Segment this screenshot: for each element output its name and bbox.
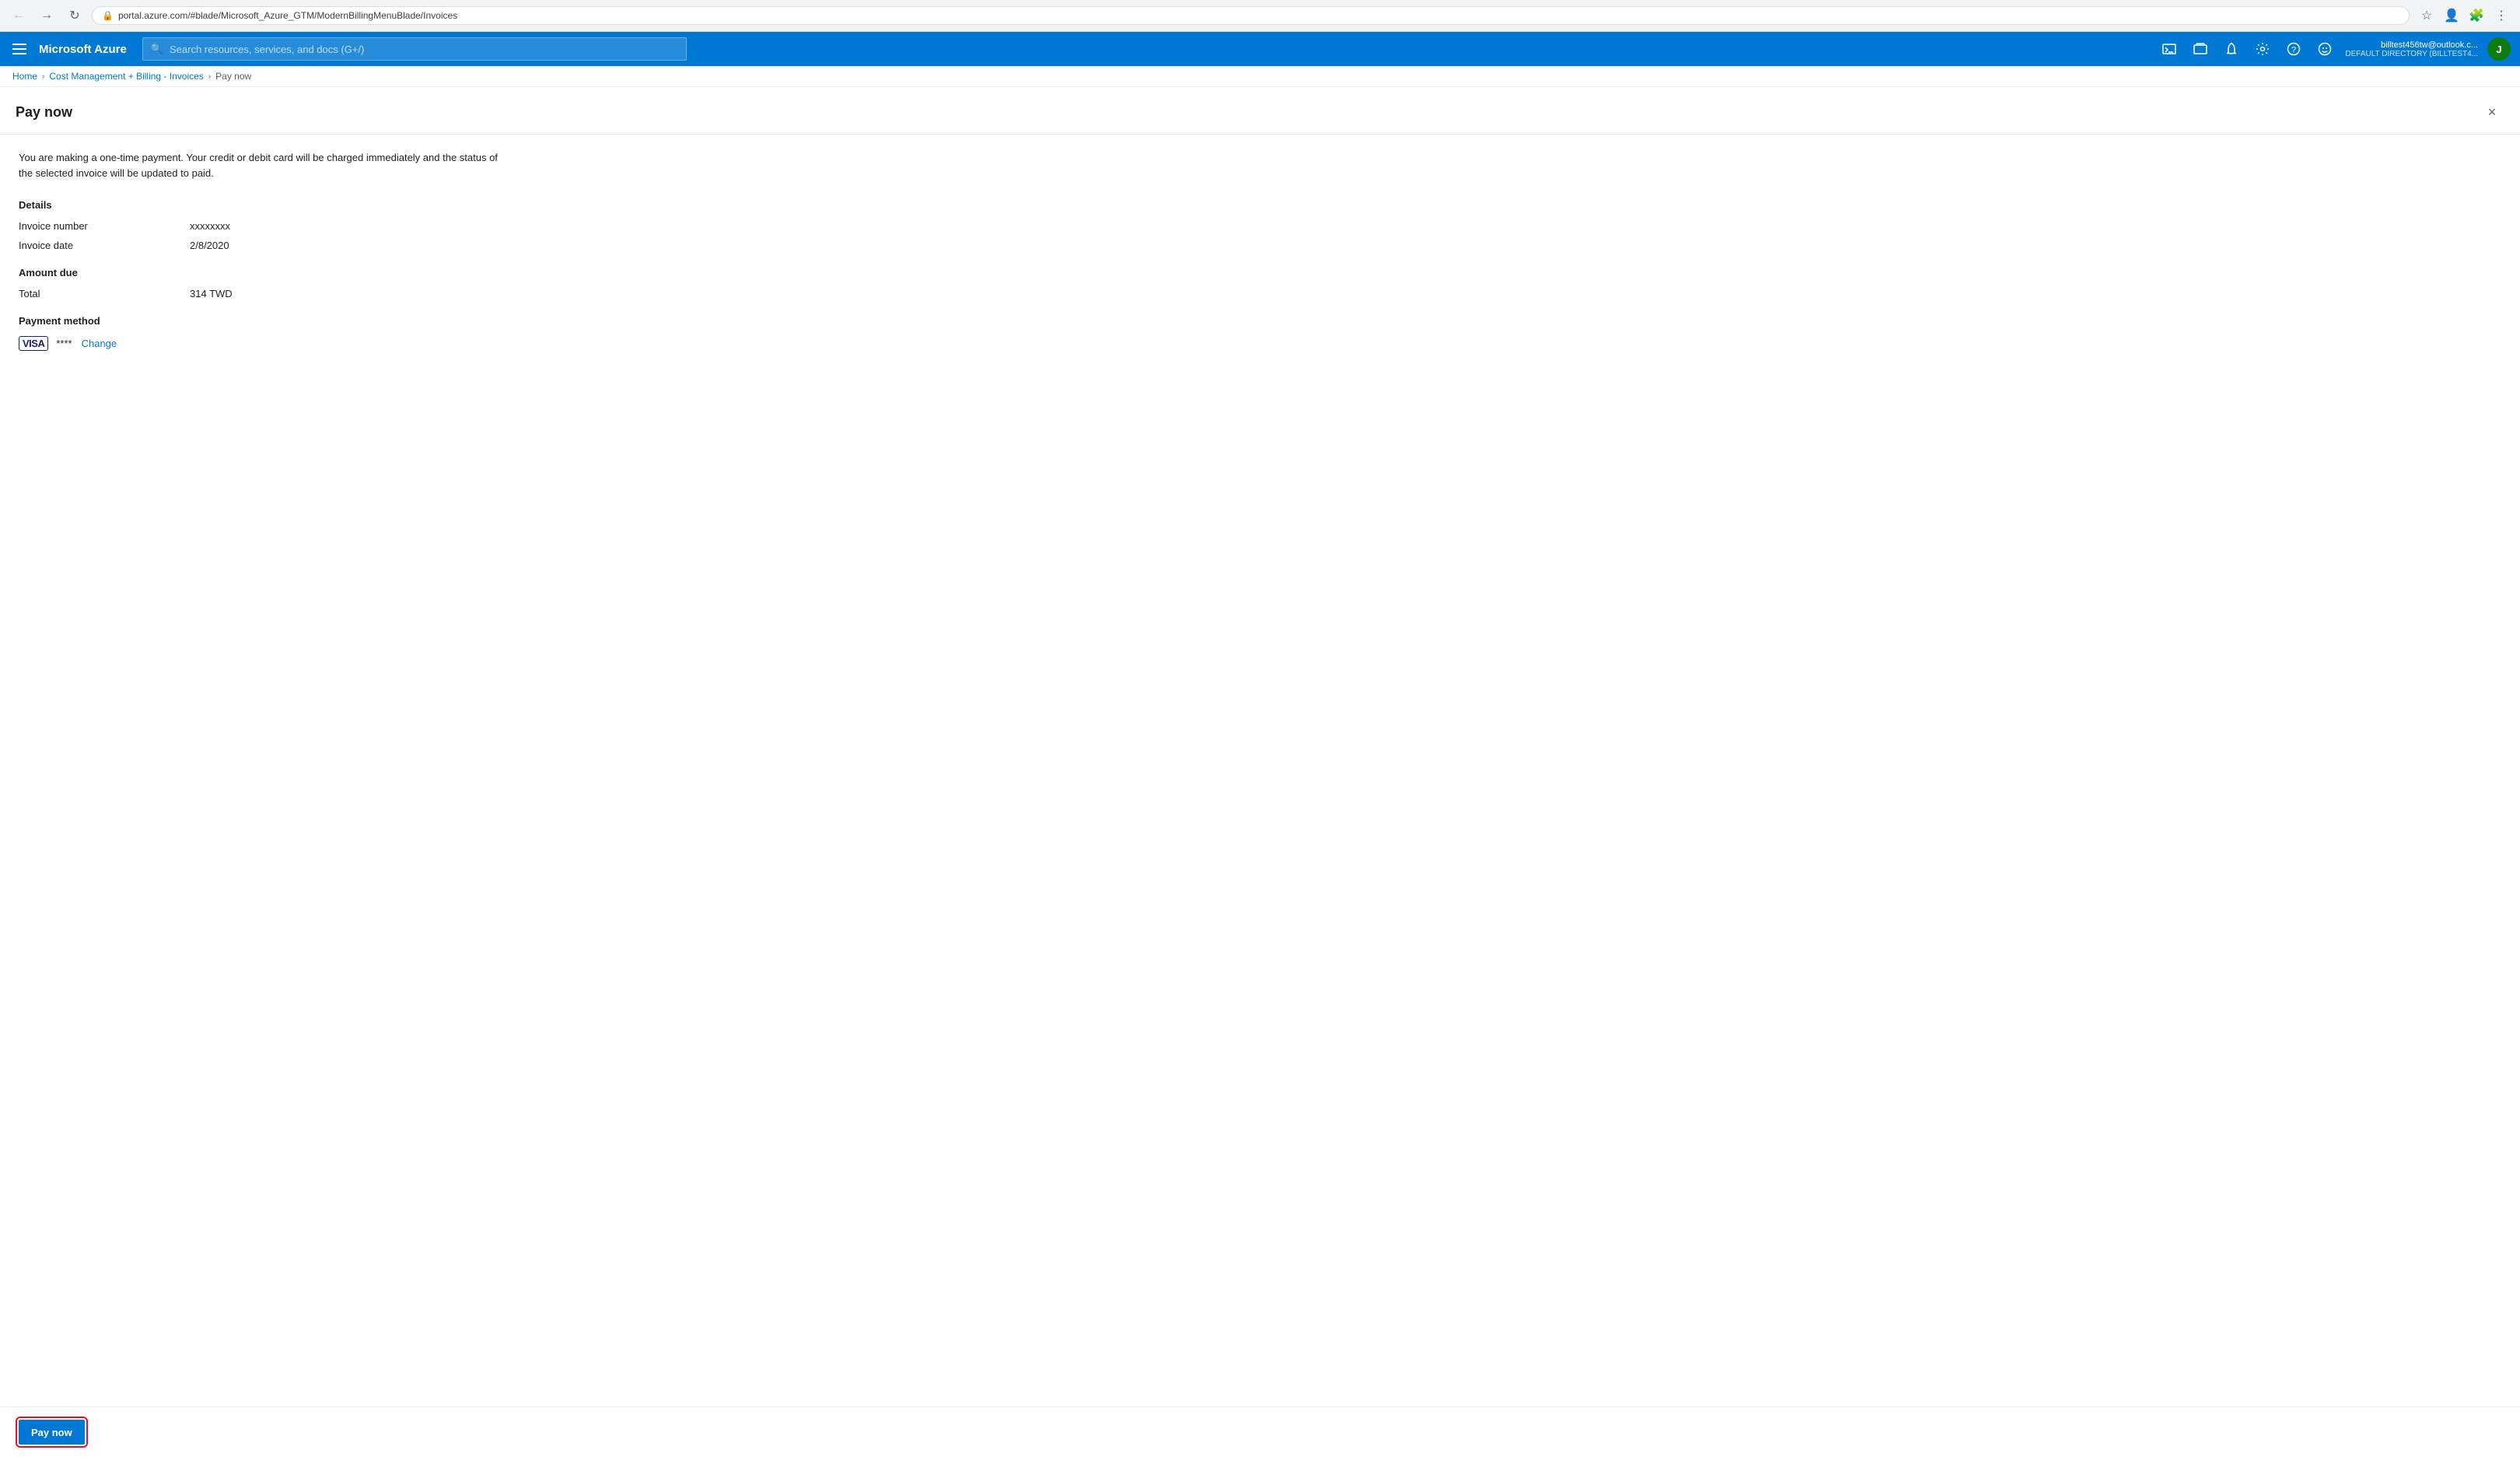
refresh-button[interactable]: ↻	[64, 5, 86, 26]
user-info: billtest456tw@outlook.c... DEFAULT DIREC…	[2345, 40, 2478, 58]
user-email: billtest456tw@outlook.c...	[2381, 40, 2478, 50]
breadcrumb-current: Pay now	[215, 71, 251, 82]
card-dots: ****	[56, 338, 72, 349]
change-link[interactable]: Change	[82, 338, 117, 349]
search-icon: 🔍	[151, 43, 163, 55]
search-bar[interactable]: 🔍 Search resources, services, and docs (…	[142, 37, 687, 61]
total-row: Total 314 TWD	[19, 288, 2501, 299]
breadcrumb-billing[interactable]: Cost Management + Billing - Invoices	[49, 71, 203, 82]
notifications-button[interactable]	[2217, 35, 2245, 63]
lock-icon: 🔒	[102, 10, 114, 21]
profile-button[interactable]: 👤	[2441, 5, 2462, 26]
directory-button[interactable]	[2186, 35, 2214, 63]
svg-text:?: ?	[2291, 46, 2296, 55]
breadcrumb: Home › Cost Management + Billing - Invoi…	[0, 66, 2520, 87]
azure-logo: Microsoft Azure	[39, 43, 127, 56]
invoice-date-value: 2/8/2020	[190, 240, 229, 251]
breadcrumb-sep-2: ›	[208, 72, 211, 81]
close-button[interactable]: ×	[2480, 100, 2504, 124]
panel-title: Pay now	[16, 104, 72, 121]
azure-header: Microsoft Azure 🔍 Search resources, serv…	[0, 32, 2520, 66]
invoice-number-value: xxxxxxxx	[190, 220, 230, 232]
help-button[interactable]: ?	[2280, 35, 2308, 63]
search-placeholder-text: Search resources, services, and docs (G+…	[170, 44, 364, 55]
cloud-shell-button[interactable]	[2155, 35, 2183, 63]
header-actions: ? billtest456tw@outlook.c... DEFAULT DIR…	[2155, 35, 2511, 63]
panel-footer: Pay now	[0, 1406, 2520, 1457]
description-text: You are making a one-time payment. Your …	[19, 150, 501, 180]
user-directory: DEFAULT DIRECTORY (BILLTEST4...	[2345, 50, 2478, 58]
extension-button[interactable]: 🧩	[2466, 5, 2487, 26]
address-bar[interactable]: 🔒 portal.azure.com/#blade/Microsoft_Azur…	[92, 6, 2410, 25]
forward-button[interactable]: →	[36, 5, 58, 26]
payment-method-heading: Payment method	[19, 315, 2501, 327]
invoice-number-row: Invoice number xxxxxxxx	[19, 220, 2501, 232]
back-button[interactable]: ←	[8, 5, 30, 26]
total-label: Total	[19, 288, 190, 299]
user-avatar[interactable]: J	[2487, 37, 2511, 61]
hamburger-menu-button[interactable]	[9, 40, 30, 58]
bookmark-button[interactable]: ☆	[2416, 5, 2438, 26]
invoice-date-label: Invoice date	[19, 240, 190, 251]
panel-header: Pay now ×	[0, 87, 2520, 135]
url-text: portal.azure.com/#blade/Microsoft_Azure_…	[118, 10, 457, 21]
invoice-number-label: Invoice number	[19, 220, 190, 232]
payment-method-section: Payment method VISA **** Change	[19, 315, 2501, 351]
amount-due-heading: Amount due	[19, 267, 2501, 278]
details-heading: Details	[19, 199, 2501, 211]
settings-button[interactable]	[2249, 35, 2277, 63]
feedback-button[interactable]	[2311, 35, 2339, 63]
payment-row: VISA **** Change	[19, 336, 2501, 351]
panel-body: You are making a one-time payment. Your …	[0, 135, 2520, 379]
breadcrumb-sep-1: ›	[42, 72, 44, 81]
total-value: 314 TWD	[190, 288, 233, 299]
details-section: Details Invoice number xxxxxxxx Invoice …	[19, 199, 2501, 251]
more-button[interactable]: ⋮	[2490, 5, 2512, 26]
invoice-date-row: Invoice date 2/8/2020	[19, 240, 2501, 251]
main-panel: Pay now × You are making a one-time paym…	[0, 87, 2520, 1451]
visa-logo: VISA	[19, 336, 48, 351]
breadcrumb-home[interactable]: Home	[12, 71, 37, 82]
pay-now-button[interactable]: Pay now	[19, 1420, 85, 1445]
amount-due-section: Amount due Total 314 TWD	[19, 267, 2501, 299]
